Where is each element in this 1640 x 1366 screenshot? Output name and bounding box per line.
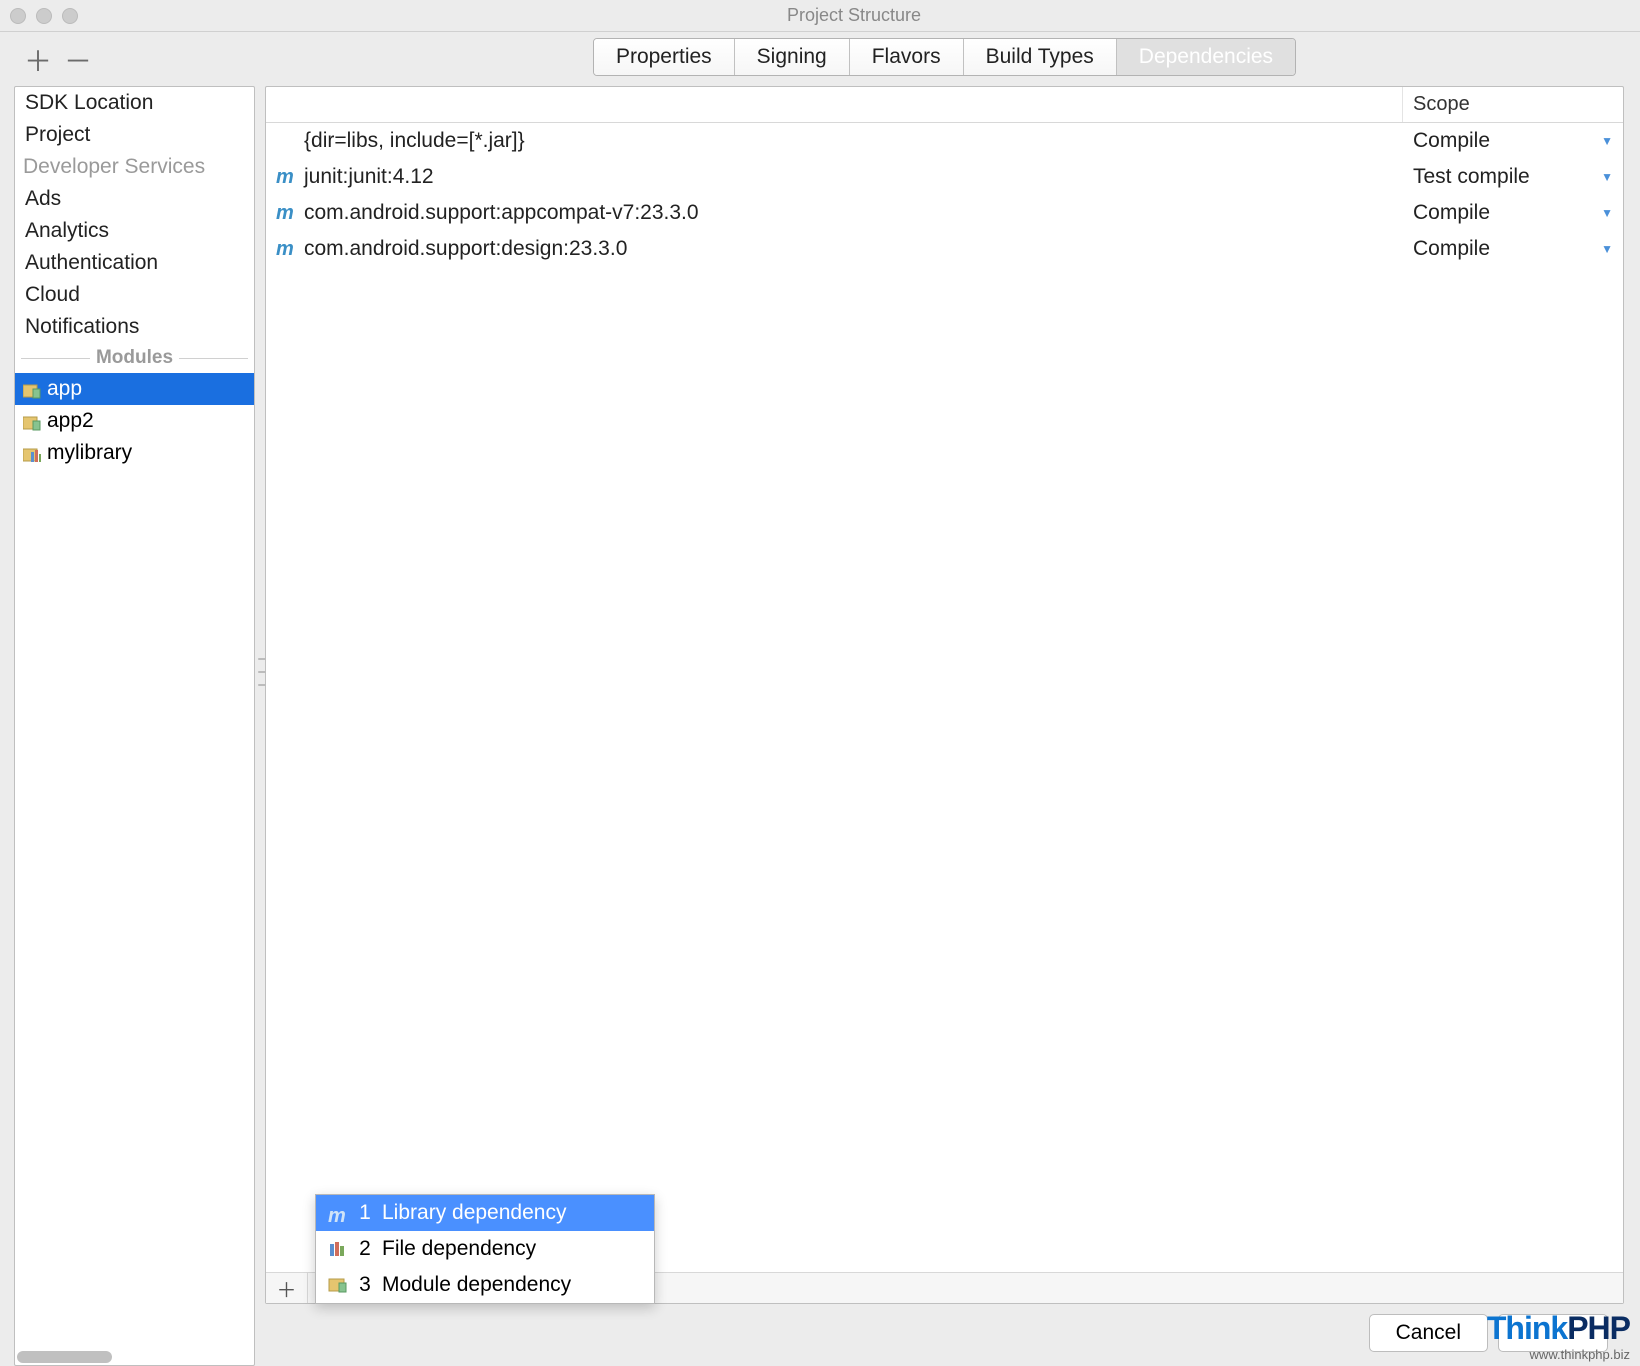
sidebar-item-analytics[interactable]: Analytics — [15, 215, 254, 247]
titlebar: Project Structure — [0, 0, 1640, 32]
scope-dropdown[interactable]: Compile▼ — [1403, 125, 1623, 157]
chevron-down-icon: ▼ — [1601, 206, 1613, 220]
window-controls — [10, 8, 78, 24]
menu-item-module-dependency[interactable]: 3 Module dependency — [316, 1267, 654, 1303]
horizontal-scrollbar-thumb[interactable] — [17, 1351, 112, 1363]
tab-bar: Properties Signing Flavors Build Types D… — [265, 32, 1624, 80]
sidebar-item-sdk-location[interactable]: SDK Location — [15, 87, 254, 119]
table-row[interactable]: m junit:junit:4.12 Test compile▼ — [266, 159, 1623, 195]
remove-button[interactable]: － — [64, 48, 92, 76]
splitter-handle[interactable] — [258, 652, 266, 692]
scope-dropdown[interactable]: Compile▼ — [1403, 233, 1623, 265]
menu-label: Library dependency — [382, 1201, 566, 1225]
maven-icon: m — [276, 202, 298, 225]
module-icon — [23, 381, 41, 397]
tab-dependencies[interactable]: Dependencies — [1117, 39, 1295, 75]
sidebar-item-authentication[interactable]: Authentication — [15, 247, 254, 279]
tab-flavors[interactable]: Flavors — [850, 39, 964, 75]
add-button[interactable]: ＋ — [24, 48, 52, 76]
window-title: Project Structure — [78, 5, 1630, 26]
add-dependency-button[interactable]: ＋ — [266, 1273, 308, 1303]
column-header-scope: Scope — [1403, 87, 1623, 122]
menu-item-file-dependency[interactable]: 2 File dependency — [316, 1231, 654, 1267]
scope-dropdown[interactable]: Test compile▼ — [1403, 161, 1623, 193]
project-structure-dialog: Project Structure ＋ － SDK Location Proje… — [0, 0, 1640, 1366]
module-icon — [23, 413, 41, 429]
library-icon — [23, 445, 41, 461]
module-item-mylibrary[interactable]: mylibrary — [15, 437, 254, 469]
dependency-name: junit:junit:4.12 — [304, 165, 434, 189]
zoom-window-button[interactable] — [62, 8, 78, 24]
column-header-name — [266, 87, 1403, 122]
tab-properties[interactable]: Properties — [594, 39, 735, 75]
table-header: Scope — [266, 87, 1623, 123]
sidebar-item-cloud[interactable]: Cloud — [15, 279, 254, 311]
menu-label: File dependency — [382, 1237, 536, 1261]
dependency-name: com.android.support:design:23.3.0 — [304, 237, 627, 261]
module-label: mylibrary — [47, 441, 132, 465]
chevron-down-icon: ▼ — [1601, 170, 1613, 184]
table-row[interactable]: m com.android.support:design:23.3.0 Compi… — [266, 231, 1623, 267]
module-item-app2[interactable]: app2 — [15, 405, 254, 437]
sidebar-item-ads[interactable]: Ads — [15, 183, 254, 215]
content-column: Properties Signing Flavors Build Types D… — [255, 32, 1640, 1366]
books-icon — [328, 1240, 348, 1258]
sidebar-column: ＋ － SDK Location Project Developer Servi… — [0, 32, 255, 1366]
sidebar-section-developer-services: Developer Services — [15, 151, 254, 183]
tab-group: Properties Signing Flavors Build Types D… — [593, 38, 1296, 76]
chevron-down-icon: ▼ — [1601, 134, 1613, 148]
maven-icon: m — [276, 166, 298, 189]
sidebar-item-project[interactable]: Project — [15, 119, 254, 151]
tab-signing[interactable]: Signing — [735, 39, 850, 75]
ok-button[interactable] — [1498, 1314, 1608, 1352]
maven-icon: m — [276, 238, 298, 261]
scope-dropdown[interactable]: Compile▼ — [1403, 197, 1623, 229]
add-dependency-menu: m 1 Library dependency 2 File dependency… — [315, 1194, 655, 1304]
table-row[interactable]: m com.android.support:appcompat-v7:23.3.0… — [266, 195, 1623, 231]
menu-item-library-dependency[interactable]: m 1 Library dependency — [316, 1195, 654, 1231]
sidebar-list[interactable]: SDK Location Project Developer Services … — [14, 86, 255, 1366]
module-label: app2 — [47, 409, 94, 433]
sidebar-section-modules: Modules — [15, 343, 254, 373]
dialog-buttons: Cancel — [265, 1304, 1624, 1358]
maven-icon: m — [328, 1204, 348, 1222]
dependencies-panel: Scope {dir=libs, include=[*.jar]} Compil… — [265, 86, 1624, 1304]
module-label: app — [47, 377, 82, 401]
tab-build-types[interactable]: Build Types — [964, 39, 1117, 75]
chevron-down-icon: ▼ — [1601, 242, 1613, 256]
menu-label: Module dependency — [382, 1273, 571, 1297]
dialog-body: ＋ － SDK Location Project Developer Servi… — [0, 32, 1640, 1366]
minimize-window-button[interactable] — [36, 8, 52, 24]
module-item-app[interactable]: app — [15, 373, 254, 405]
sidebar-toolbar: ＋ － — [14, 44, 255, 86]
close-window-button[interactable] — [10, 8, 26, 24]
dependency-name: com.android.support:appcompat-v7:23.3.0 — [304, 201, 699, 225]
dependency-name: {dir=libs, include=[*.jar]} — [304, 129, 525, 153]
module-icon — [328, 1276, 348, 1294]
cancel-button[interactable]: Cancel — [1369, 1314, 1488, 1352]
sidebar-item-notifications[interactable]: Notifications — [15, 311, 254, 343]
table-row[interactable]: {dir=libs, include=[*.jar]} Compile▼ — [266, 123, 1623, 159]
